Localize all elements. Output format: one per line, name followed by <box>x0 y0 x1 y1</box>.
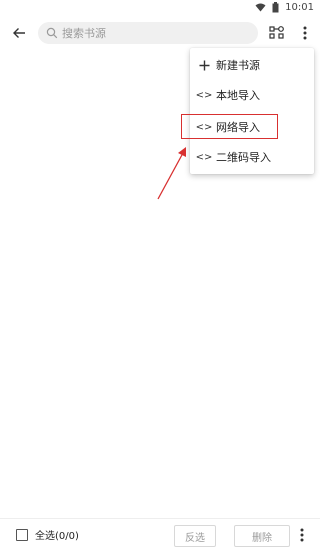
select-all-checkbox[interactable] <box>16 529 28 541</box>
bottom-more-button[interactable] <box>296 526 308 544</box>
status-time: 10:01 <box>285 1 314 13</box>
plus-icon <box>197 58 211 72</box>
annotation-highlight-box <box>181 114 278 139</box>
select-all-label[interactable]: 全选(0/0) <box>35 527 79 542</box>
arrow-left-icon <box>13 28 25 38</box>
dropdown-menu: 新建书源 <> 本地导入 <> 网络导入 <> 二维码导入 <box>190 48 314 174</box>
status-icons: 10:01 <box>255 0 314 14</box>
menu-item-label: 本地导入 <box>216 89 260 102</box>
wifi-icon <box>255 3 266 11</box>
group-button[interactable] <box>268 24 286 42</box>
search-input[interactable] <box>62 22 252 44</box>
code-icon: <> <box>195 89 213 101</box>
menu-item-local-import[interactable]: <> 本地导入 <box>190 80 314 110</box>
invert-selection-button[interactable]: 反选 <box>174 525 216 547</box>
bottom-bar: 全选(0/0) 反选 删除 <box>0 518 320 551</box>
more-vertical-icon <box>300 528 304 542</box>
back-button[interactable] <box>8 22 30 44</box>
status-bar: 10:01 <box>0 0 320 14</box>
menu-item-label: 二维码导入 <box>216 151 271 164</box>
menu-item-qrcode-import[interactable]: <> 二维码导入 <box>190 142 314 172</box>
code-icon: <> <box>195 151 213 163</box>
group-icon <box>269 26 284 39</box>
search-icon <box>46 27 58 39</box>
more-button[interactable] <box>297 23 313 43</box>
battery-icon <box>272 1 279 12</box>
menu-item-new-source[interactable]: 新建书源 <box>190 50 314 80</box>
delete-button[interactable]: 删除 <box>234 525 290 547</box>
more-vertical-icon <box>303 26 307 40</box>
menu-item-label: 新建书源 <box>216 59 260 72</box>
search-box[interactable] <box>38 22 258 44</box>
